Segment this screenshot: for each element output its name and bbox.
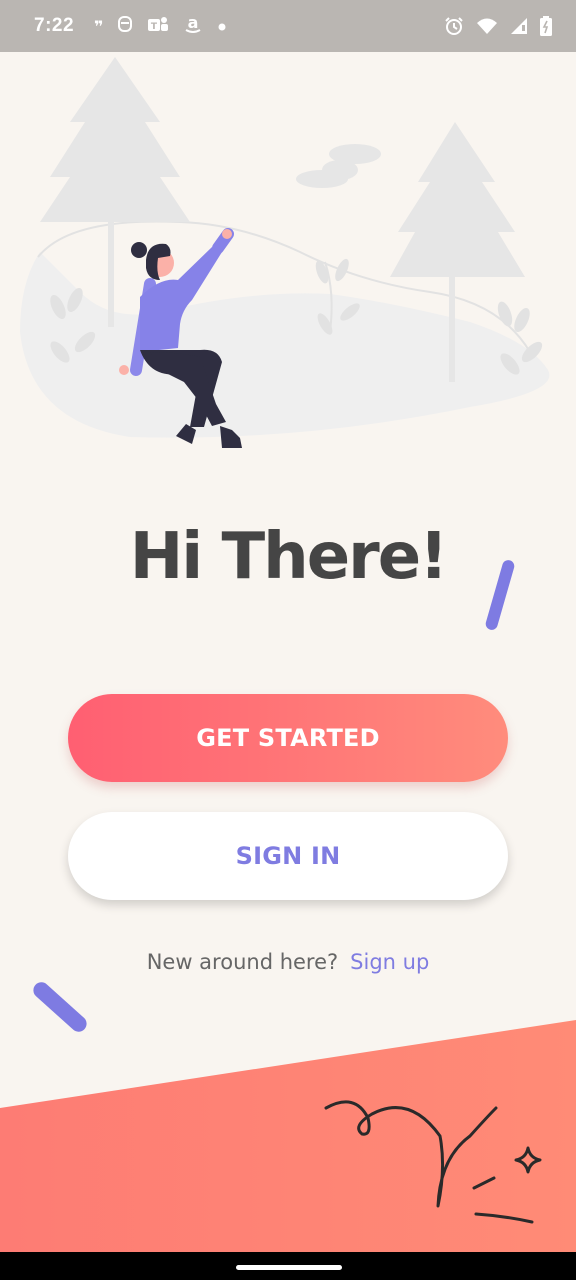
- page-title: Hi There!: [129, 520, 449, 594]
- welcome-illustration: [20, 57, 550, 448]
- mask-icon: [117, 15, 133, 37]
- svg-text:a: a: [188, 14, 199, 32]
- dot-icon: [217, 17, 227, 36]
- notification-icons: ❞ T a: [94, 13, 227, 38]
- signup-row: New around here? Sign up: [0, 950, 576, 974]
- signal-icon: [510, 17, 528, 35]
- hill-shape: [20, 252, 550, 438]
- alarm-icon: [444, 16, 464, 36]
- status-bar: 7:22 ❞ T a: [0, 0, 576, 52]
- sign-up-link[interactable]: Sign up: [350, 950, 429, 974]
- teams-icon: T: [147, 15, 169, 37]
- sign-in-button[interactable]: SIGN IN: [68, 812, 508, 900]
- get-started-button[interactable]: GET STARTED: [68, 694, 508, 782]
- bottom-wave-shape: [0, 1020, 576, 1254]
- home-gesture-handle[interactable]: [236, 1265, 342, 1270]
- cloud-icon: [296, 144, 381, 188]
- svg-text:T: T: [151, 22, 158, 32]
- amazon-icon: a: [183, 13, 203, 38]
- quote-icon: ❞: [94, 16, 104, 36]
- status-time: 7:22: [34, 15, 75, 36]
- signup-prompt: New around here?: [146, 950, 339, 974]
- wifi-icon: [476, 17, 498, 35]
- system-icons: [444, 16, 552, 36]
- battery-icon: [540, 16, 552, 36]
